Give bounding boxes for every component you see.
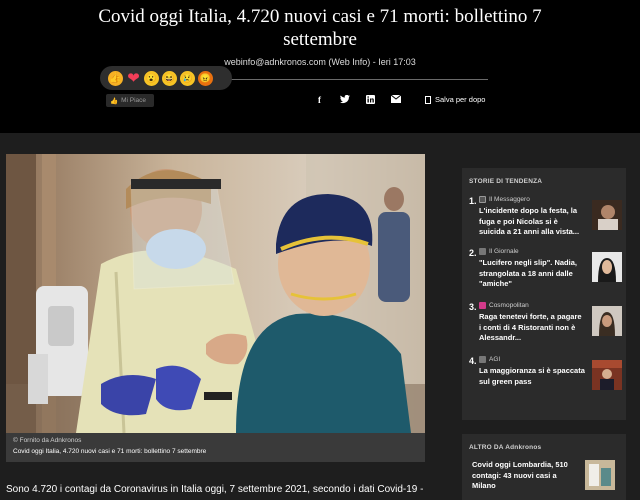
trending-panel: STORIE DI TENDENZA 1. Il Messaggero L'in… (462, 168, 626, 420)
photo-caption: © Fornito da Adnkronos Covid oggi Italia… (6, 433, 425, 462)
trending-source-name: Il Messaggero (489, 196, 530, 203)
trending-thumbnail[interactable] (592, 252, 622, 282)
trending-source: Il Giornale (479, 248, 519, 255)
more-from-panel: ALTRO DA Adnkronos Covid oggi Lombardia,… (462, 434, 626, 500)
source-logo-icon (479, 302, 486, 309)
trending-headline[interactable]: Raga tenetevi forte, a pagare i conti di… (479, 312, 585, 344)
angry-reaction-icon[interactable]: 😠 (198, 70, 213, 86)
source-logo-icon (479, 196, 486, 203)
article-header: Covid oggi Italia, 4.720 nuovi casi e 71… (0, 0, 640, 133)
trending-number: 2. (469, 248, 477, 258)
trending-item[interactable]: 1. Il Messaggero L'incidente dopo la fes… (469, 196, 622, 240)
email-icon[interactable] (390, 94, 402, 105)
bookmark-icon (425, 95, 431, 104)
sad-reaction-icon[interactable]: 😢 (180, 70, 195, 86)
more-item[interactable]: Covid oggi Lombardia, 510 contagi: 43 nu… (462, 460, 615, 494)
header-divider (226, 79, 488, 80)
more-thumbnail[interactable] (585, 460, 615, 490)
article-title: Covid oggi Italia, 4.720 nuovi casi e 71… (98, 6, 542, 50)
trending-source-name: Cosmopolitan (489, 302, 529, 309)
like-button-label: Mi Piace (121, 97, 147, 104)
trending-source: AGI (479, 356, 500, 363)
facebook-icon[interactable]: f (318, 95, 321, 105)
twitter-icon[interactable] (340, 94, 350, 106)
trending-thumbnail[interactable] (592, 306, 622, 336)
reactions-bar: 👍 ❤ 😮 😆 😢 😠 (100, 66, 232, 90)
article-body: Sono 4.720 i contagi da Coronavirus in I… (6, 484, 426, 495)
like-reaction-icon[interactable]: 👍 (108, 70, 123, 86)
trending-source: Cosmopolitan (479, 302, 529, 309)
linkedin-icon[interactable] (366, 95, 375, 106)
trending-item[interactable]: 3. Cosmopolitan Raga tenetevi forte, a p… (469, 302, 622, 346)
photo-caption-text: Covid oggi Italia, 4.720 nuovi casi e 71… (13, 448, 207, 455)
trending-thumbnail[interactable] (592, 200, 622, 230)
haha-reaction-icon[interactable]: 😆 (162, 70, 177, 86)
trending-title: STORIE DI TENDENZA (469, 178, 543, 185)
trending-headline[interactable]: L'incidente dopo la festa, la fuga e poi… (479, 206, 585, 238)
more-from-title: ALTRO DA Adnkronos (469, 444, 542, 451)
like-button[interactable]: 👍 Mi Piace (106, 94, 154, 107)
save-for-later-label: Salva per dopo (435, 95, 486, 104)
love-reaction-icon[interactable]: ❤ (126, 71, 141, 86)
nurses-photo-illustration (6, 154, 425, 433)
wow-reaction-icon[interactable]: 😮 (144, 70, 159, 86)
trending-headline[interactable]: La maggioranza si è spaccata sul green p… (479, 366, 585, 387)
article-photo (6, 154, 425, 433)
trending-source-name: AGI (489, 356, 501, 363)
photo-credit: © Fornito da Adnkronos (13, 437, 82, 444)
thumbs-up-icon: 👍 (110, 97, 119, 105)
save-for-later-button[interactable]: Salva per dopo (425, 95, 485, 104)
trending-thumbnail[interactable] (592, 360, 622, 390)
trending-headline[interactable]: "Lucifero negli slip". Nadia, strangolat… (479, 258, 585, 290)
trending-item[interactable]: 4. AGI La maggioranza si è spaccata sul … (469, 356, 622, 400)
trending-number: 1. (469, 196, 477, 206)
trending-number: 3. (469, 302, 477, 312)
more-headline[interactable]: Covid oggi Lombardia, 510 contagi: 43 nu… (472, 460, 578, 492)
trending-source: Il Messaggero (479, 196, 530, 203)
source-logo-icon (479, 356, 486, 363)
trending-item[interactable]: 2. Il Giornale "Lucifero negli slip". Na… (469, 248, 622, 292)
trending-source-name: Il Giornale (489, 248, 519, 255)
trending-number: 4. (469, 356, 477, 366)
source-logo-icon (479, 248, 486, 255)
